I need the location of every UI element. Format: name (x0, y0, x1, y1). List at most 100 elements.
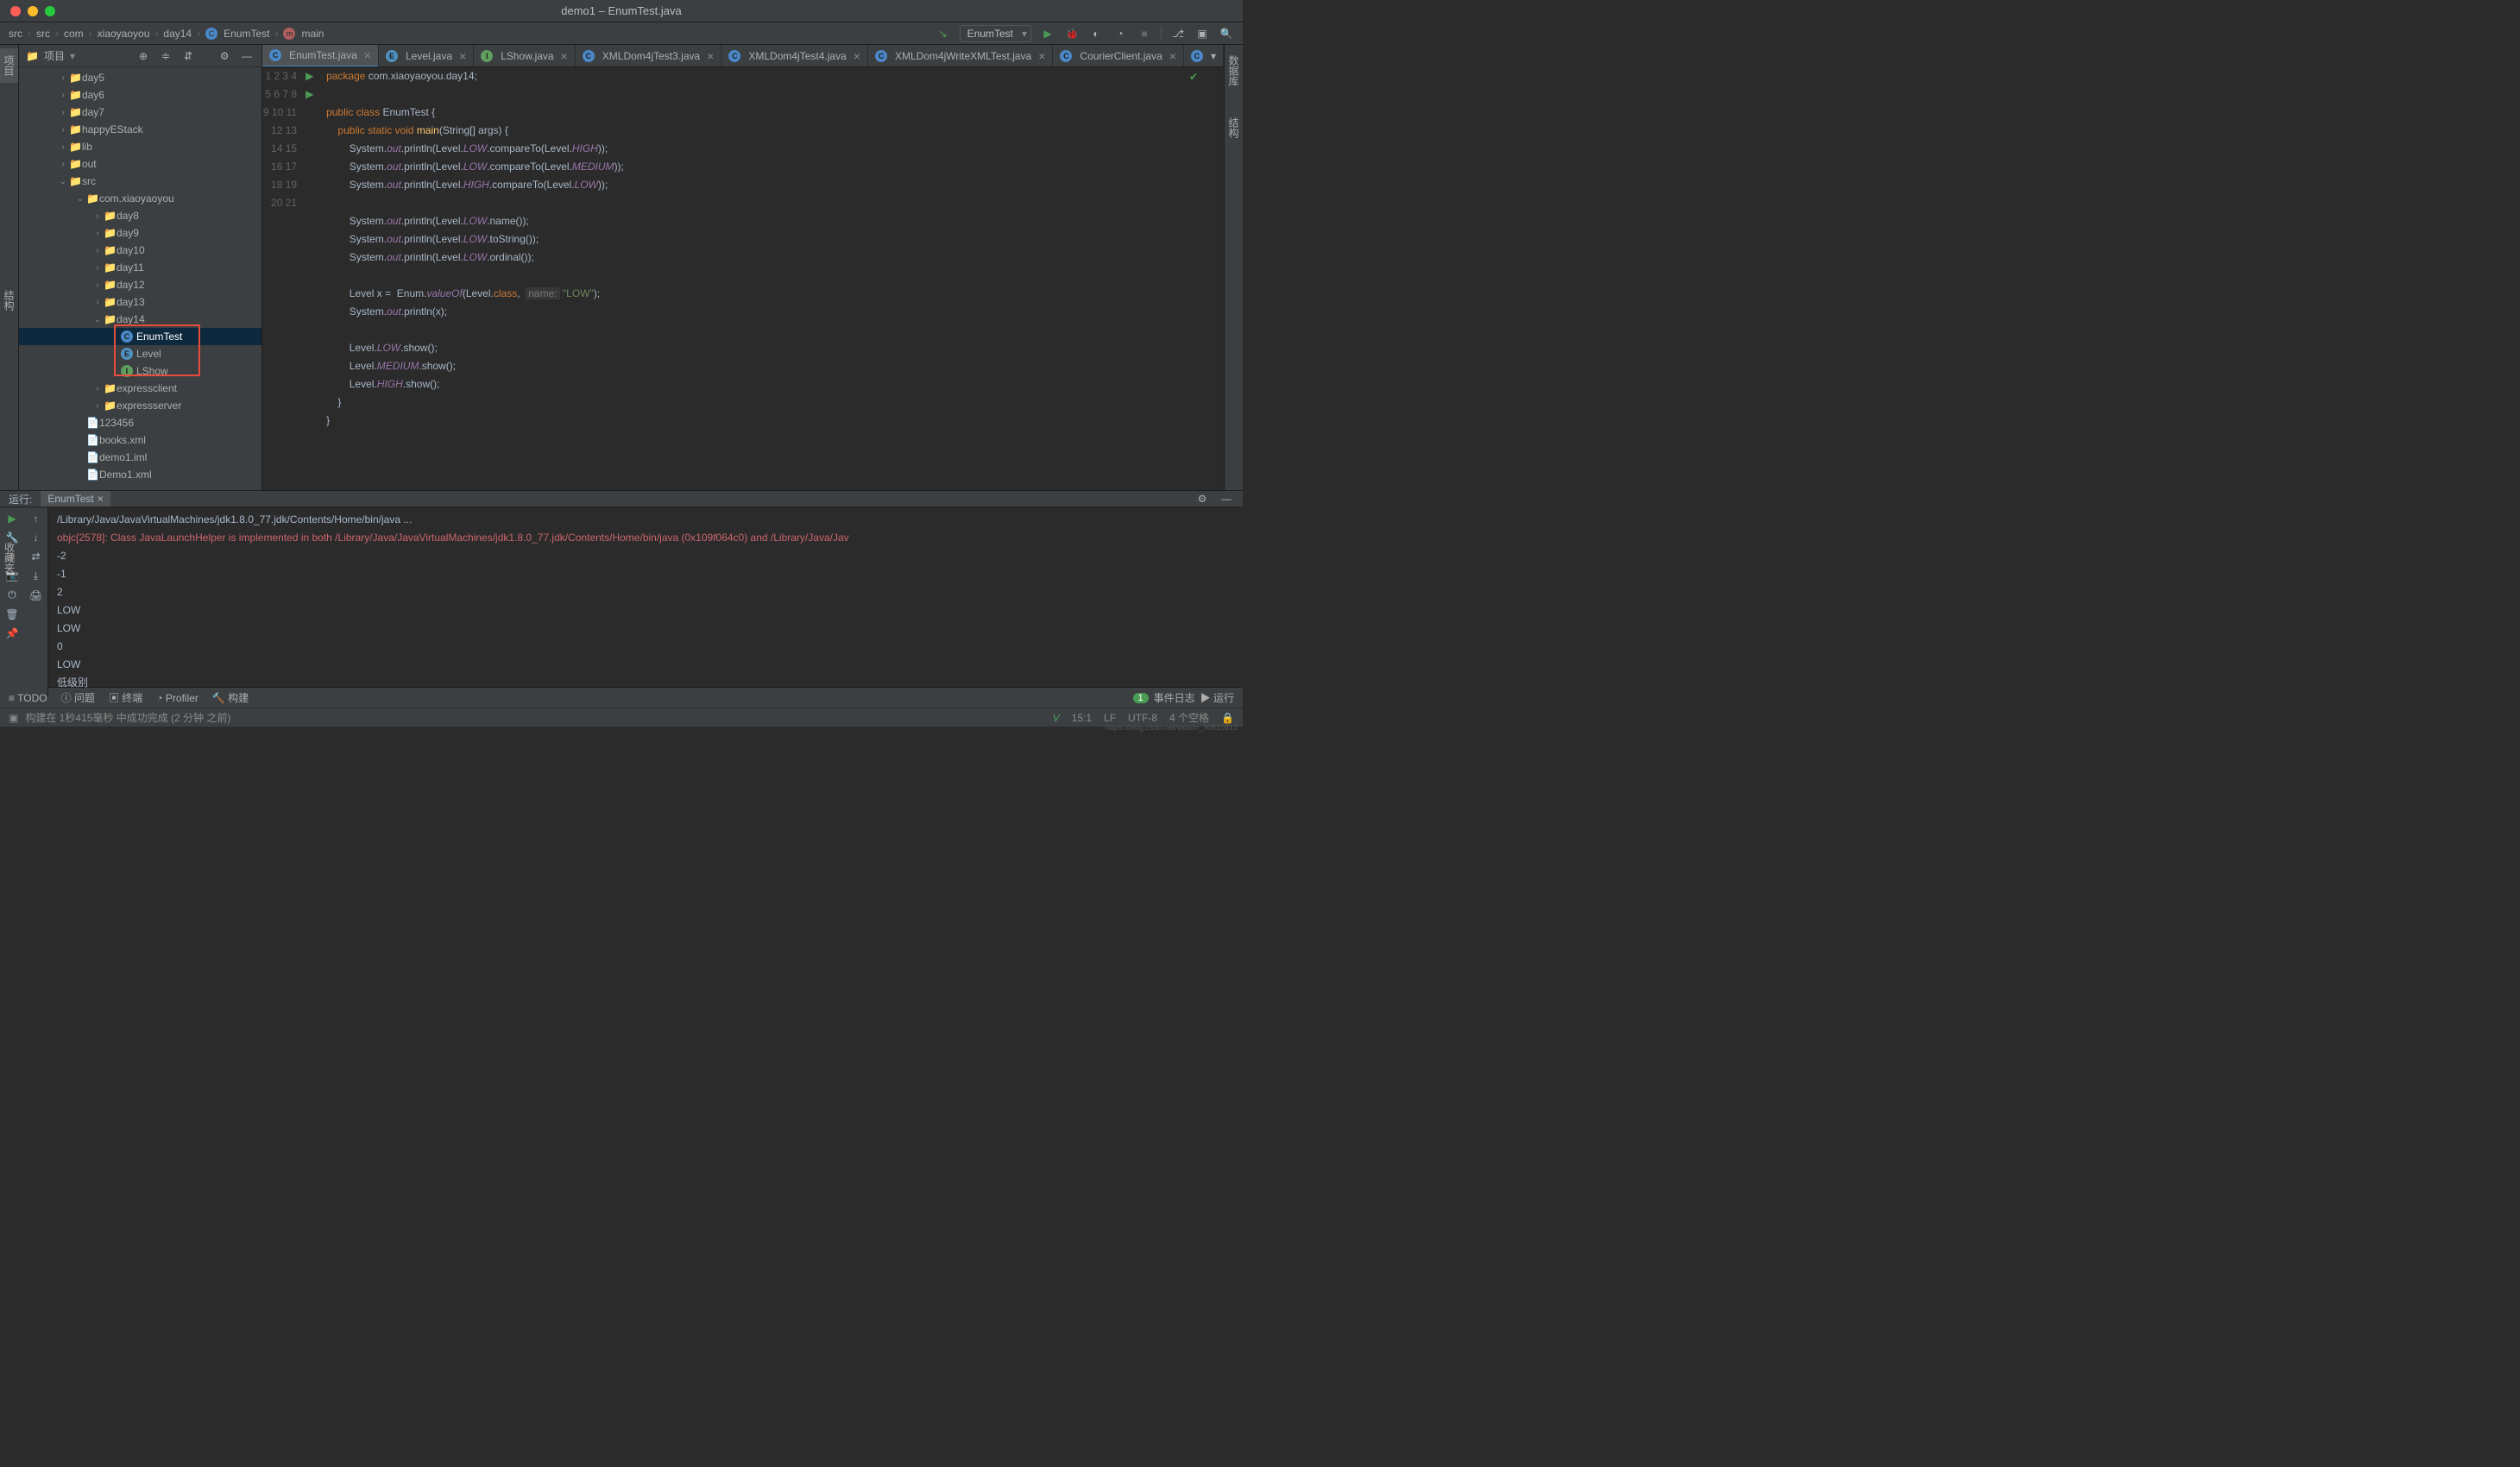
project-tree[interactable]: ›📁 day5 ›📁 day6 ›📁 day7 ›📁 happyEStack ›… (19, 67, 261, 490)
tree-node[interactable]: ⌄📁 day14 (19, 311, 261, 328)
tree-node[interactable]: 📄 demo1.iml (19, 449, 261, 466)
crumb[interactable]: xiaoyaoyou (98, 28, 150, 40)
collapse-icon[interactable]: ⇵ (180, 48, 196, 64)
editor-tabs[interactable]: CEnumTest.java× ELevel.java× ILShow.java… (262, 45, 1224, 67)
cursor-position[interactable]: 15:1 (1072, 712, 1092, 724)
project-tool-tab[interactable]: 项目 (0, 48, 18, 83)
close-icon[interactable]: × (854, 49, 860, 63)
tree-node[interactable]: ›📁 day7 (19, 104, 261, 121)
vim-icon[interactable]: V (1053, 712, 1060, 724)
run-bottom-tab[interactable]: ▶ 运行 (1200, 690, 1234, 705)
editor-tab-more[interactable]: C▾ (1184, 45, 1224, 67)
problems-tab[interactable]: ⓘ 问题 (61, 690, 95, 705)
crumb[interactable]: EnumTest (224, 28, 269, 40)
editor-tab[interactable]: CEnumTest.java× (262, 45, 379, 67)
tree-node[interactable]: ›📁 happyEStack (19, 121, 261, 138)
tree-node[interactable]: ›📁 expressclient (19, 380, 261, 397)
scroll-icon[interactable]: ⤓ (34, 570, 38, 582)
close-icon[interactable]: × (98, 493, 104, 505)
editor-tab[interactable]: CXMLDom4jTest4.java× (721, 45, 868, 67)
rerun-icon[interactable]: ▶ (8, 513, 16, 525)
hide-icon[interactable]: — (1219, 491, 1234, 507)
inspection-ok-icon[interactable]: ✔ (1189, 71, 1198, 83)
crumb[interactable]: src (9, 28, 22, 40)
tree-node[interactable]: ›📁 day11 (19, 259, 261, 276)
tree-node-selected[interactable]: CEnumTest (19, 328, 261, 345)
locate-icon[interactable]: ⊕ (135, 48, 151, 64)
stop-icon[interactable]: ■ (1137, 26, 1152, 41)
close-window[interactable] (10, 6, 21, 16)
tree-node[interactable]: ELevel (19, 345, 261, 362)
exit-icon[interactable]: ⏻ (8, 589, 16, 601)
editor-tab[interactable]: ILShow.java× (474, 45, 576, 67)
event-count-badge[interactable]: 1 (1133, 693, 1149, 703)
search-icon[interactable]: 🔍 (1219, 26, 1234, 41)
trash-icon[interactable]: 🗑 (5, 608, 18, 620)
todo-tab[interactable]: ≡ TODO (9, 692, 47, 704)
maximize-window[interactable] (45, 6, 55, 16)
gear-icon[interactable]: ⚙ (217, 48, 232, 64)
close-icon[interactable]: × (707, 49, 714, 63)
close-icon[interactable]: × (459, 49, 466, 63)
lock-icon[interactable]: 🔒 (1221, 712, 1234, 724)
expand-icon[interactable]: ≑ (158, 48, 173, 64)
tree-node[interactable]: ›📁 day8 (19, 207, 261, 224)
run-tab[interactable]: EnumTest× (41, 491, 110, 507)
close-icon[interactable]: × (1169, 49, 1176, 63)
screen-icon[interactable]: ▣ (1194, 26, 1210, 41)
editor-tab[interactable]: CCourierClient.java× (1053, 45, 1184, 67)
tree-node[interactable]: ⌄📁 src (19, 173, 261, 190)
build-icon[interactable]: ↘ (936, 26, 951, 41)
crumb[interactable]: src (36, 28, 50, 40)
tree-node[interactable]: ›📁 lib (19, 138, 261, 155)
gutter-marks[interactable]: ▶ ▶ (306, 67, 319, 490)
minimize-window[interactable] (28, 6, 38, 16)
code-area[interactable]: 1 2 3 4 5 6 7 8 9 10 11 12 13 14 15 16 1… (262, 67, 1224, 490)
tree-node[interactable]: ›📁 day9 (19, 224, 261, 242)
crumb[interactable]: main (301, 28, 324, 40)
gear-icon[interactable]: ⚙ (1194, 491, 1210, 507)
profile-icon[interactable]: ◔ (1112, 26, 1128, 41)
wrap-icon[interactable]: ⇄ (31, 551, 40, 563)
editor-tab[interactable]: CXMLDom4jWriteXMLTest.java× (868, 45, 1053, 67)
editor-tab[interactable]: CXMLDom4jTest3.java× (576, 45, 722, 67)
database-tool-tab[interactable]: 数据库 (1225, 48, 1243, 93)
profiler-tab[interactable]: ◔ Profiler (156, 692, 198, 704)
tree-node[interactable]: ⌄📁 com.xiaoyaoyou (19, 190, 261, 207)
structure-right-tab[interactable]: 结构 (1225, 110, 1243, 145)
tree-node[interactable]: ›📁 day12 (19, 276, 261, 293)
crumb[interactable]: day14 (163, 28, 192, 40)
editor-tab[interactable]: ELevel.java× (379, 45, 474, 67)
eventlog-tab[interactable]: 事件日志 (1154, 690, 1195, 705)
crumb[interactable]: com (64, 28, 84, 40)
close-icon[interactable]: × (561, 49, 568, 63)
breadcrumbs[interactable]: src› src› com› xiaoyaoyou› day14› C Enum… (9, 28, 324, 40)
hide-icon[interactable]: — (239, 48, 255, 64)
line-sep[interactable]: LF (1104, 712, 1116, 724)
pin-icon[interactable]: 📌 (6, 627, 19, 639)
encoding[interactable]: UTF-8 (1128, 712, 1157, 724)
close-icon[interactable]: × (1038, 49, 1045, 63)
git-icon[interactable]: ⎇ (1170, 26, 1186, 41)
print-icon[interactable]: 🖨 (29, 589, 42, 601)
tree-node[interactable]: ›📁 out (19, 155, 261, 173)
debug-icon[interactable]: 🐞 (1064, 26, 1080, 41)
tree-node[interactable]: ›📁 day13 (19, 293, 261, 311)
favorites-tab[interactable]: 收藏夹 (1, 535, 19, 580)
tree-node[interactable]: 📄 books.xml (19, 431, 261, 449)
close-icon[interactable]: × (364, 48, 371, 62)
run-icon[interactable]: ▶ (1040, 26, 1055, 41)
run-config-select[interactable]: EnumTest (960, 25, 1031, 42)
coverage-icon[interactable]: ◐ (1088, 26, 1104, 41)
down-icon[interactable]: ↓ (34, 532, 39, 544)
structure-tool-tab[interactable]: 结构 (0, 283, 18, 318)
terminal-tab[interactable]: ▣ 终端 (109, 690, 142, 705)
up-icon[interactable]: ↑ (34, 513, 39, 525)
tree-node[interactable]: 📄 Demo1.xml (19, 466, 261, 483)
code-text[interactable]: package com.xiaoyaoyou.day14; public cla… (319, 67, 1224, 490)
build-tab[interactable]: 🔨 构建 (212, 690, 249, 705)
status-icon[interactable]: ▣ (9, 712, 18, 724)
tree-node[interactable]: ILShow (19, 362, 261, 380)
tree-node[interactable]: ›📁 day6 (19, 86, 261, 104)
tree-node[interactable]: 📄 123456 (19, 414, 261, 431)
